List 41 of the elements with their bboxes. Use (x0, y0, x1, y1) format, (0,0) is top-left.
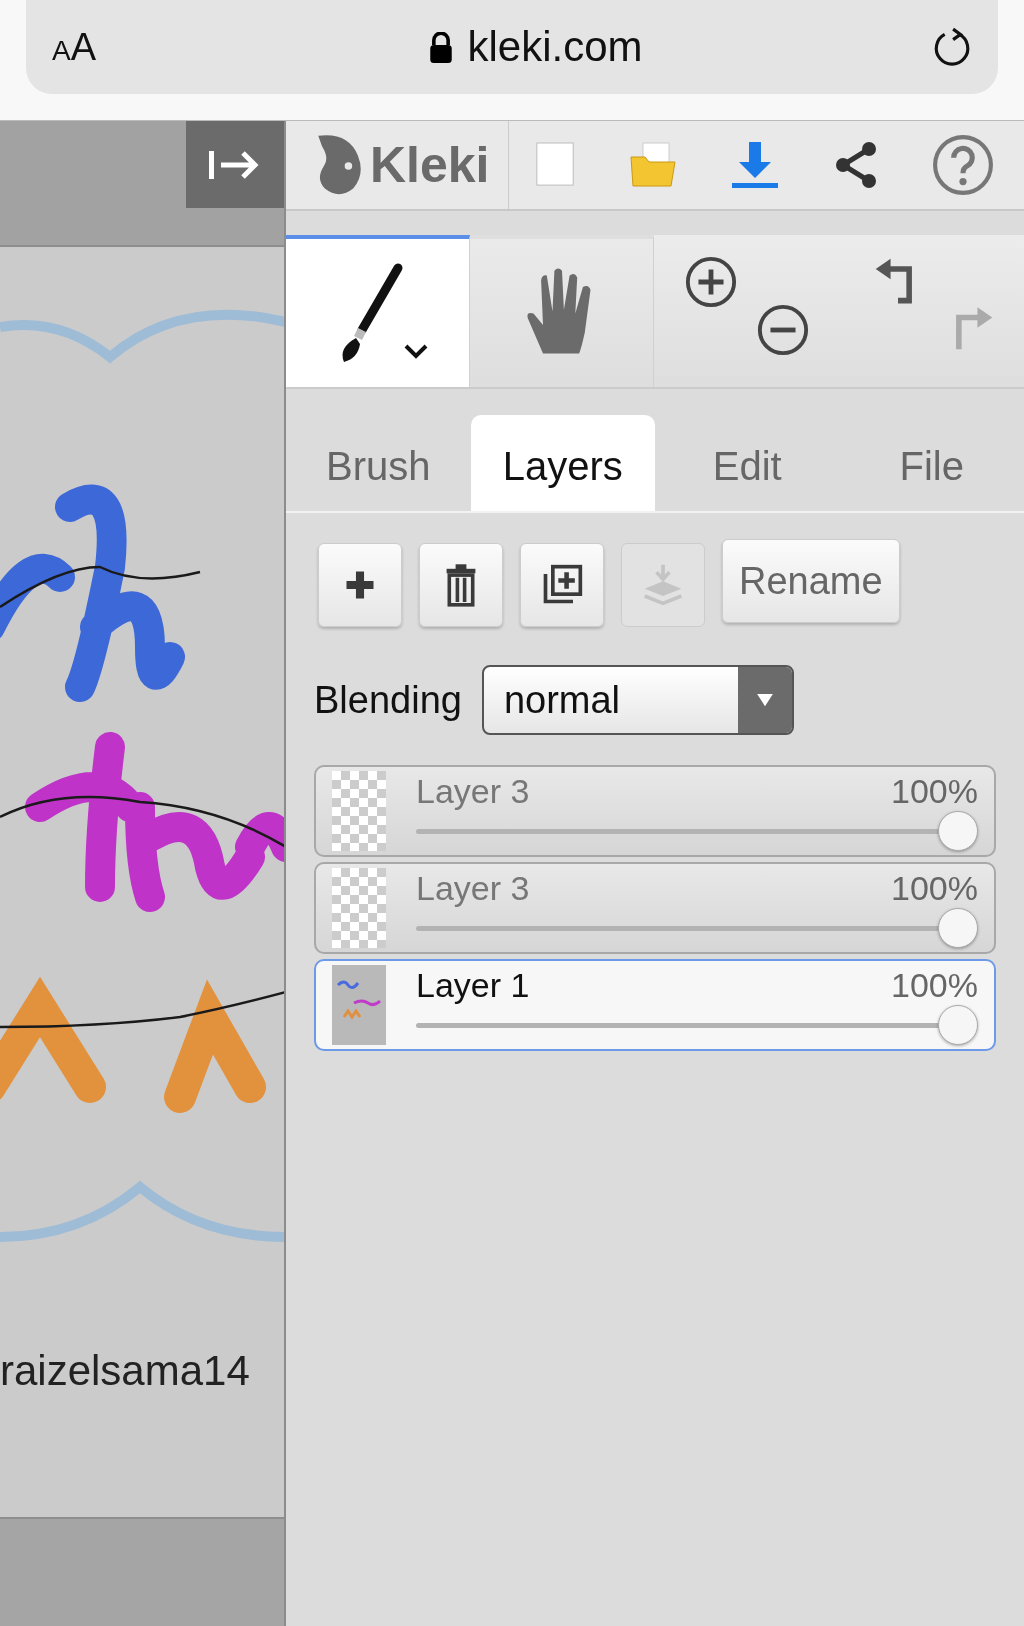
help-icon[interactable] (932, 134, 995, 196)
dropdown-arrow-icon (755, 693, 774, 707)
layer-name: Layer 1 (416, 965, 530, 1005)
layer-opacity-text: 100% (891, 868, 978, 908)
duplicate-layer-button[interactable] (520, 543, 604, 627)
layer-name: Layer 3 (416, 771, 530, 811)
canvas-signature-text: raizelsama14 (0, 1347, 250, 1395)
hand-tool-button[interactable] (470, 235, 654, 387)
blending-dropdown[interactable]: normal (481, 665, 794, 735)
slider-thumb[interactable] (938, 907, 978, 948)
opacity-slider[interactable] (416, 810, 978, 851)
add-layer-button[interactable] (318, 543, 402, 627)
layer-opacity-text: 100% (891, 965, 978, 1005)
panel-tab[interactable]: Brush (286, 415, 471, 511)
rename-button[interactable]: Rename (722, 539, 900, 623)
layer-name: Layer 3 (416, 868, 530, 908)
delete-layer-button[interactable] (419, 543, 503, 627)
text-size-button[interactable]: AA (52, 25, 142, 69)
slider-thumb[interactable] (938, 810, 978, 851)
address-bar[interactable]: AA kleki.com (26, 0, 998, 94)
panel-tab[interactable]: Layers (470, 415, 655, 511)
zoom-in-icon[interactable] (684, 255, 738, 309)
drawing-canvas[interactable]: raizelsama14 (0, 247, 284, 1517)
blending-label: Blending (314, 678, 462, 722)
panel-tab[interactable]: Edit (655, 415, 840, 511)
layer-row[interactable]: Layer 1 100% (314, 959, 996, 1051)
zoom-out-icon[interactable] (756, 303, 810, 357)
brush-tool-button[interactable] (286, 235, 470, 387)
url-text: kleki.com (467, 23, 643, 71)
layer-row[interactable]: Layer 3 100% (314, 862, 996, 954)
layer-row[interactable]: Layer 3 100% (314, 765, 996, 857)
lock-icon (429, 31, 454, 63)
layer-opacity-text: 100% (891, 771, 978, 811)
download-icon[interactable] (730, 140, 781, 190)
opacity-slider[interactable] (416, 1004, 978, 1045)
app-logo: Kleki (286, 121, 509, 209)
opacity-slider[interactable] (416, 907, 978, 948)
slider-thumb[interactable] (938, 1004, 978, 1045)
collapse-panel-button[interactable] (186, 121, 284, 208)
merge-down-icon (641, 563, 685, 607)
panel-tab[interactable]: File (839, 415, 1024, 511)
